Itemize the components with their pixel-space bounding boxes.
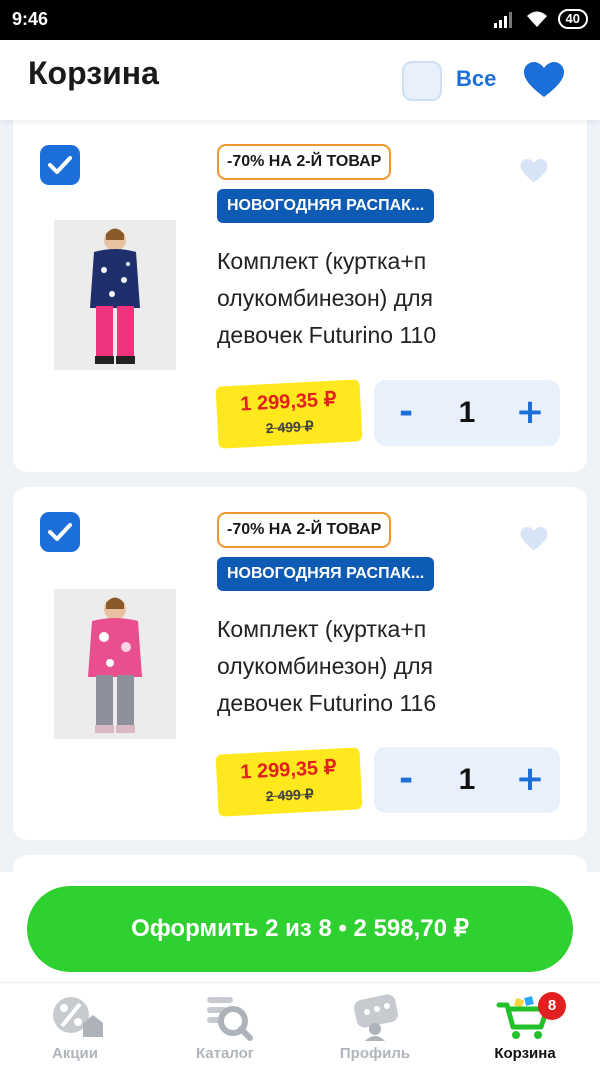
tab-cart[interactable]: Корзина <box>450 983 600 1066</box>
product-name[interactable]: Комплект (куртка+п олукомбинезон) для де… <box>217 611 517 722</box>
decrease-quantity-button[interactable]: - <box>386 390 426 436</box>
status-time: 9:46 <box>12 9 49 29</box>
item-select-checkbox[interactable] <box>40 145 80 185</box>
increase-quantity-button[interactable]: + <box>510 390 550 436</box>
tab-label: Акции <box>51 1045 98 1062</box>
tab-profile[interactable]: Профиль <box>300 983 450 1066</box>
increase-quantity-button[interactable]: + <box>510 757 550 803</box>
quantity-stepper: - 1 + <box>374 380 560 446</box>
campaign-badge: НОВОГОДНЯЯ РАСПАК... <box>217 189 435 223</box>
select-all-checkbox[interactable] <box>402 61 442 101</box>
cart-count-badge: 8 <box>538 992 566 1020</box>
current-price: 1 299,35 ₽ <box>239 388 337 416</box>
tab-label: Каталог <box>195 1045 255 1062</box>
tab-label: Корзина <box>494 1045 556 1062</box>
catalog-search-icon <box>207 997 253 1041</box>
cart-header: Корзина Все <box>0 40 600 120</box>
current-price: 1 299,35 ₽ <box>239 756 337 784</box>
favorites-heart-icon[interactable] <box>524 62 564 98</box>
product-image[interactable] <box>54 220 176 370</box>
product-name-line: Комплект (куртка+п <box>217 616 427 642</box>
price-tag: 1 299,35 ₽ 2 499 ₽ <box>215 379 363 449</box>
old-price: 2 499 ₽ <box>265 785 314 805</box>
status-bar: 9:46 40 <box>0 0 600 40</box>
item-select-checkbox[interactable] <box>40 512 80 552</box>
promo-badge: -70% НА 2-Й ТОВАР <box>217 512 392 548</box>
product-name-line: девочек Futurino 110 <box>217 322 437 348</box>
decrease-quantity-button[interactable]: - <box>386 757 426 803</box>
quantity-stepper: - 1 + <box>374 747 560 813</box>
cart-item-card: -70% НА 2-Й ТОВАР НОВОГОДНЯЯ РАСПАК... К… <box>13 487 587 840</box>
quantity-value: 1 <box>458 396 476 429</box>
product-name[interactable]: Комплект (куртка+п олукомбинезон) для де… <box>217 243 517 354</box>
signal-icon <box>493 12 512 28</box>
tab-promotions[interactable]: Акции <box>0 983 150 1066</box>
product-name-line: олукомбинезон) для <box>217 285 434 311</box>
product-name-line: девочек Futurino 116 <box>217 690 437 716</box>
checkout-bar: Оформить 2 из 8 • 2 598,70 ₽ <box>0 872 600 982</box>
tab-catalog[interactable]: Каталог <box>150 983 300 1066</box>
checkmark-icon <box>48 156 72 174</box>
product-image[interactable] <box>54 589 176 739</box>
select-all-label[interactable]: Все <box>456 66 496 92</box>
page-title: Корзина <box>28 55 159 91</box>
product-name-line: олукомбинезон) для <box>217 653 434 679</box>
percent-icon <box>53 997 103 1037</box>
checkmark-icon <box>48 523 72 541</box>
add-to-favorites-heart-icon[interactable] <box>520 159 548 183</box>
product-name-line: Комплект (куртка+п <box>217 248 427 274</box>
price-tag: 1 299,35 ₽ 2 499 ₽ <box>215 747 363 817</box>
battery-indicator: 40 <box>557 9 588 29</box>
profile-icon <box>354 994 398 1041</box>
wifi-icon <box>526 11 547 27</box>
bottom-tab-bar: Акции Каталог Профиль Корзина <box>0 982 600 1066</box>
tab-label: Профиль <box>339 1045 411 1062</box>
add-to-favorites-heart-icon[interactable] <box>520 527 548 551</box>
status-icons: 40 <box>493 9 588 29</box>
promo-badge: -70% НА 2-Й ТОВАР <box>217 144 392 180</box>
checkout-button[interactable]: Оформить 2 из 8 • 2 598,70 ₽ <box>27 886 573 972</box>
cart-item-card: -70% НА 2-Й ТОВАР НОВОГОДНЯЯ РАСПАК... К… <box>13 120 587 472</box>
old-price: 2 499 ₽ <box>265 417 314 437</box>
campaign-badge: НОВОГОДНЯЯ РАСПАК... <box>217 557 435 591</box>
quantity-value: 1 <box>458 763 476 796</box>
